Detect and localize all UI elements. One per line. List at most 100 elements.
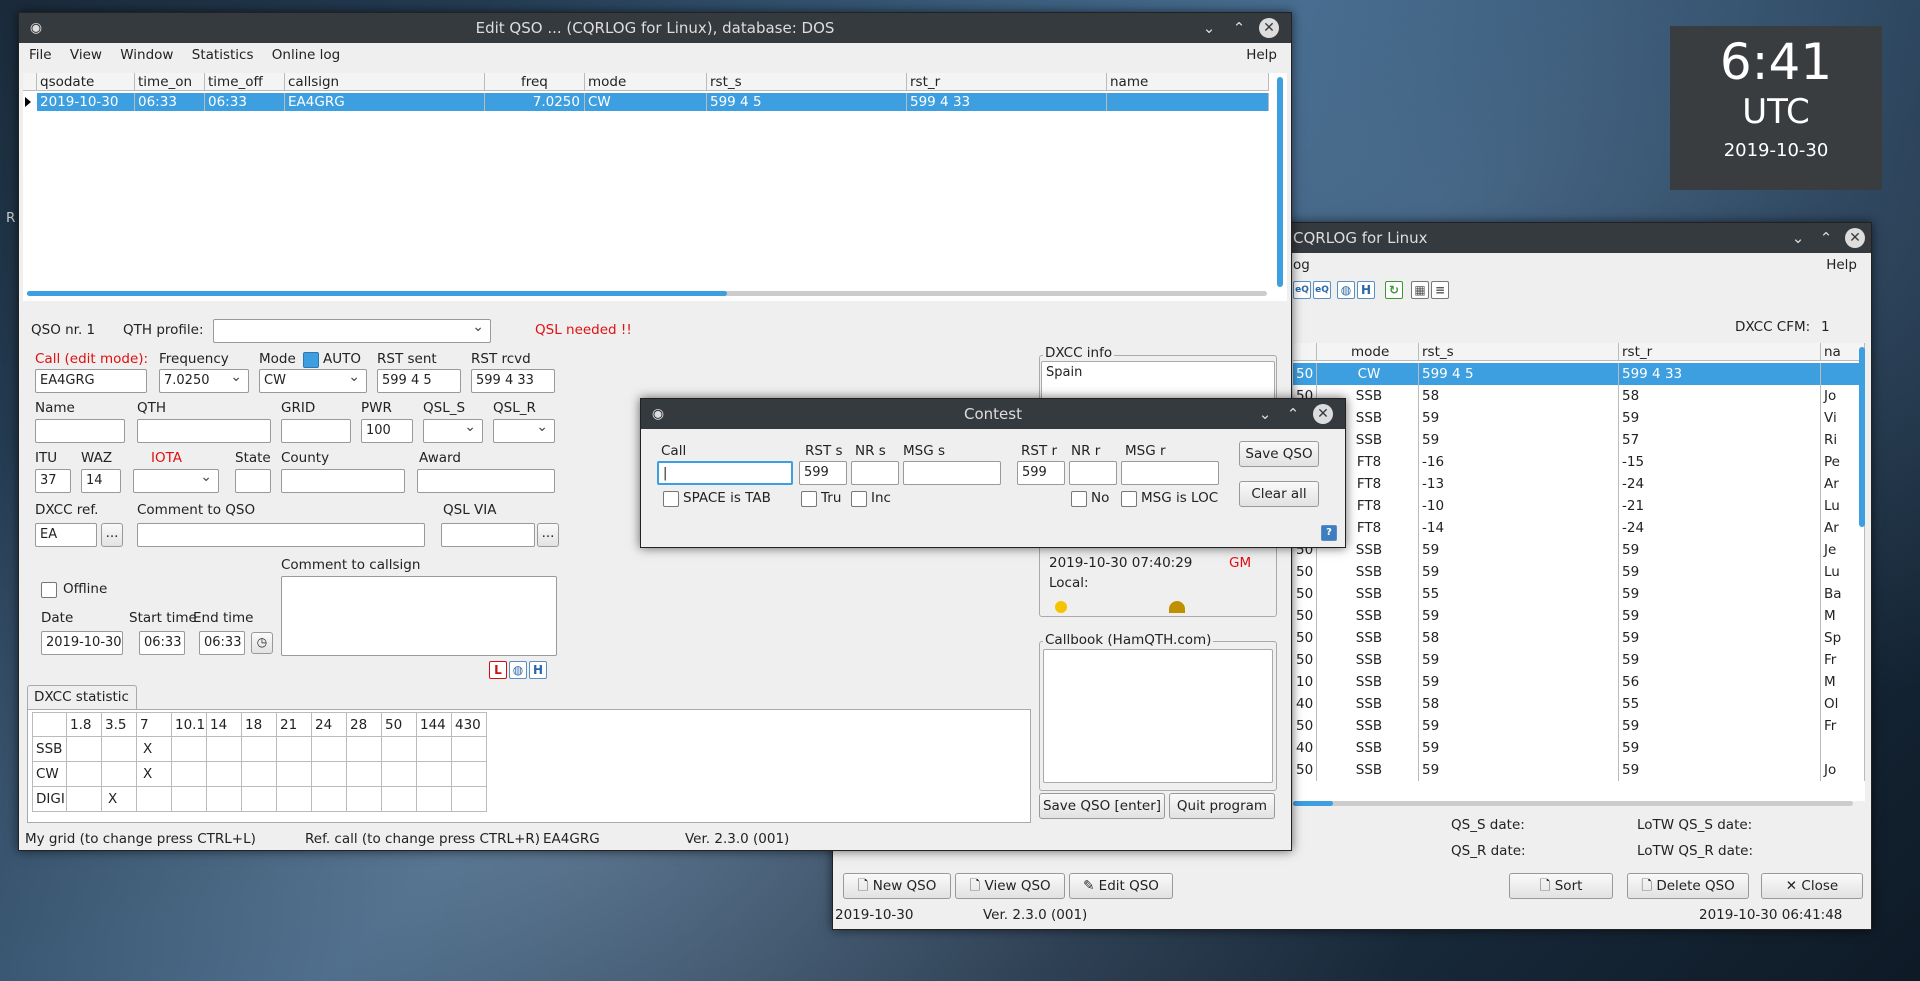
- comment-qso-input[interactable]: [137, 523, 425, 547]
- close-window-button[interactable]: ✕: [1845, 228, 1865, 248]
- table-row[interactable]: 50SSB5959Vi: [1293, 407, 1865, 429]
- state-input[interactable]: [235, 469, 271, 493]
- table-row[interactable]: 2019-10-30 06:33 06:33 EA4GRG 7.0250 CW …: [37, 93, 1269, 111]
- col-time-off[interactable]: time_off: [205, 73, 285, 91]
- offline-checkbox[interactable]: [41, 582, 57, 598]
- table-row[interactable]: 50 SSB 55 59 Ba: [1293, 583, 1865, 605]
- qsl-via-input[interactable]: [441, 523, 535, 547]
- frequency-select[interactable]: 7.0250: [159, 369, 249, 393]
- quit-program-button[interactable]: Quit program: [1169, 793, 1275, 819]
- grid-icon[interactable]: ≡: [1431, 281, 1449, 299]
- view-qso-button[interactable]: 🗋 View QSO: [955, 873, 1065, 899]
- table-row[interactable]: 50 SSB 59 59 Fr: [1293, 649, 1865, 671]
- hamqth-icon-edit[interactable]: H: [529, 661, 547, 679]
- table-row[interactable]: 40 SSB 59 59: [1293, 737, 1865, 759]
- table-row[interactable]: 50 SSB 58 59 Sp: [1293, 627, 1865, 649]
- save-qso-enter-button[interactable]: Save QSO [enter]: [1039, 793, 1165, 819]
- msg-loc-checkbox[interactable]: [1121, 491, 1137, 507]
- table-row[interactable]: 50FT8-14-24Ar: [1293, 517, 1865, 539]
- col-rst-s-edit[interactable]: rst_s: [707, 73, 907, 91]
- table-row[interactable]: 50FT8-16-15Pe: [1293, 451, 1865, 473]
- dxcc-ref-input[interactable]: EA: [35, 523, 97, 547]
- name-input[interactable]: [35, 419, 125, 443]
- col-mode-edit[interactable]: mode: [585, 73, 707, 91]
- qsl-s-select[interactable]: [423, 419, 483, 443]
- qth-profile-select[interactable]: [213, 319, 491, 343]
- menu-help[interactable]: Help: [1826, 253, 1857, 277]
- start-time-input[interactable]: 06:33: [139, 631, 185, 655]
- tru-checkbox[interactable]: [801, 491, 817, 507]
- inc-checkbox[interactable]: [851, 491, 867, 507]
- globe-icon[interactable]: ◍: [1337, 281, 1355, 299]
- table-row[interactable]: 50 SSB 59 59 M: [1293, 605, 1865, 627]
- itu-input[interactable]: 37: [35, 469, 71, 493]
- award-input[interactable]: [417, 469, 555, 493]
- table-row[interactable]: 50FT8-10-21Lu: [1293, 495, 1865, 517]
- county-input[interactable]: [281, 469, 405, 493]
- col-freq[interactable]: freq: [485, 73, 585, 91]
- table-row[interactable]: 10 SSB 59 56 M: [1293, 671, 1865, 693]
- contest-rst-r-input[interactable]: 599: [1017, 461, 1065, 485]
- lotw-icon[interactable]: L: [489, 661, 507, 679]
- col-callsign[interactable]: callsign: [285, 73, 485, 91]
- clock-button[interactable]: ◷: [251, 632, 273, 654]
- comment-call-input[interactable]: [281, 576, 557, 656]
- col-rst-r[interactable]: rst_r: [1619, 343, 1821, 361]
- table-row[interactable]: 50FT8-13-24Ar: [1293, 473, 1865, 495]
- eqsl-icon[interactable]: eQ: [1293, 281, 1311, 299]
- main-grid-vscroll[interactable]: [1859, 347, 1865, 527]
- main-grid-hscroll[interactable]: [1293, 801, 1853, 806]
- contest-msg-r-input[interactable]: [1121, 461, 1219, 485]
- call-input[interactable]: EA4GRG: [35, 369, 147, 393]
- menu-statistics[interactable]: Statistics: [192, 47, 254, 63]
- edit-close-button[interactable]: ✕: [1259, 18, 1279, 38]
- hamqth-icon[interactable]: H: [1357, 281, 1375, 299]
- table-row[interactable]: 50 CW 599 4 5 599 4 33: [1293, 363, 1865, 385]
- edit-grid-vscroll[interactable]: [1277, 77, 1283, 287]
- qth-input[interactable]: [137, 419, 271, 443]
- delete-qso-button[interactable]: 🗋 Delete QSO: [1627, 873, 1749, 899]
- sort-button[interactable]: 🗋 Sort: [1509, 873, 1613, 899]
- minimize-button[interactable]: ⌄: [1788, 228, 1808, 248]
- globe-icon-edit[interactable]: ◍: [509, 661, 527, 679]
- contest-call-input[interactable]: |: [657, 461, 793, 485]
- new-qso-button[interactable]: 🗋 New QSO: [843, 873, 951, 899]
- mode-select[interactable]: CW: [259, 369, 367, 393]
- contest-nr-r-input[interactable]: [1069, 461, 1117, 485]
- contest-maximize-button[interactable]: ⌃: [1283, 404, 1303, 424]
- contest-close-button[interactable]: ✕: [1313, 404, 1333, 424]
- group-icon[interactable]: ▦: [1411, 281, 1429, 299]
- close-button[interactable]: ✕ Close: [1761, 873, 1863, 899]
- iota-select[interactable]: [133, 469, 219, 493]
- col-qsodate[interactable]: qsodate: [37, 73, 135, 91]
- contest-nr-s-input[interactable]: [851, 461, 899, 485]
- table-row[interactable]: 50 SSB 59 59 Je: [1293, 539, 1865, 561]
- col-mode[interactable]: mode: [1317, 343, 1419, 361]
- col-time-on[interactable]: time_on: [135, 73, 205, 91]
- table-row[interactable]: 40 SSB 58 55 Ol: [1293, 693, 1865, 715]
- edit-minimize-button[interactable]: ⌄: [1199, 18, 1219, 38]
- grid-input[interactable]: [281, 419, 351, 443]
- col-rst-r-edit[interactable]: rst_r: [907, 73, 1107, 91]
- rst-sent-input[interactable]: 599 4 5: [377, 369, 461, 393]
- rst-rcvd-input[interactable]: 599 4 33: [471, 369, 555, 393]
- date-input[interactable]: 2019-10-30: [41, 631, 123, 655]
- edit-maximize-button[interactable]: ⌃: [1229, 18, 1249, 38]
- auto-checkbox[interactable]: [303, 352, 319, 368]
- waz-input[interactable]: 14: [81, 469, 121, 493]
- maximize-button[interactable]: ⌃: [1816, 228, 1836, 248]
- eqsl-upload-icon[interactable]: eQ: [1313, 281, 1331, 299]
- dxcc-ref-browse-button[interactable]: ...: [101, 523, 123, 547]
- edit-qso-button[interactable]: ✎ Edit QSO: [1069, 873, 1173, 899]
- table-row[interactable]: 50SSB5957Ri: [1293, 429, 1865, 451]
- menu-window[interactable]: Window: [120, 47, 173, 63]
- col-name-edit[interactable]: name: [1107, 73, 1269, 91]
- contest-help-icon[interactable]: ?: [1321, 525, 1337, 541]
- contest-rst-s-input[interactable]: 599: [799, 461, 847, 485]
- menu-help-edit[interactable]: Help: [1246, 43, 1277, 67]
- end-time-input[interactable]: 06:33: [199, 631, 245, 655]
- space-tab-checkbox[interactable]: [663, 491, 679, 507]
- edit-grid-hscroll[interactable]: [27, 291, 1267, 296]
- pwr-input[interactable]: 100: [361, 419, 413, 443]
- table-row[interactable]: 50 SSB 58 58 Jo: [1293, 385, 1865, 407]
